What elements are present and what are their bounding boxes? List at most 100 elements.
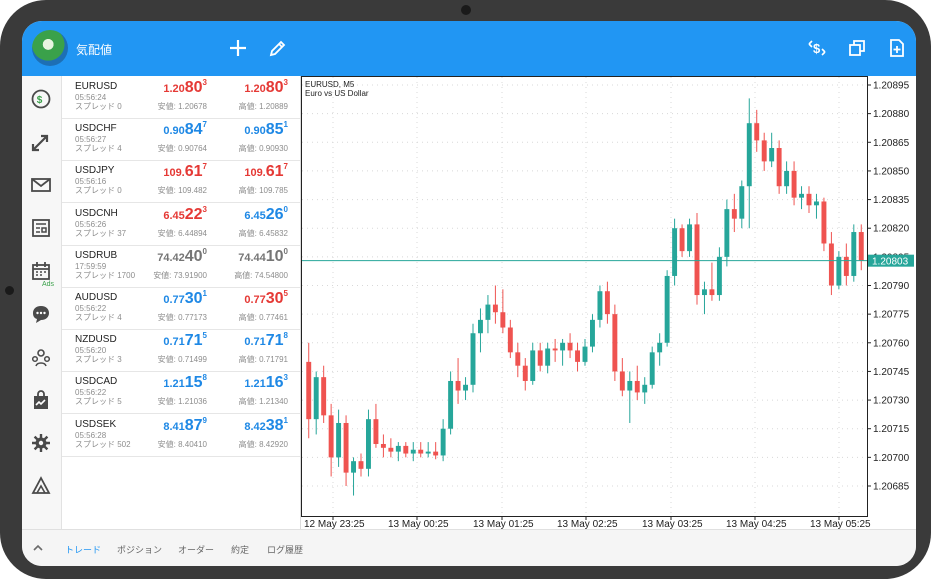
candle-body[interactable] [634, 380, 640, 393]
candle-body[interactable] [470, 333, 476, 385]
quote-row-usdcnh[interactable]: USDCNH 05:56:26 スプレッド 37 6.45223 6.45260 安値: … [62, 203, 300, 246]
new-document-icon[interactable] [883, 34, 911, 62]
candle-body[interactable] [380, 443, 386, 448]
candle-body[interactable] [821, 201, 827, 244]
tab-3[interactable]: 約定 [231, 543, 249, 556]
candle-body[interactable] [433, 451, 439, 456]
candle-body[interactable] [537, 350, 543, 366]
price-chart[interactable]: 1.20895 1.20880 1.20865 1.20850 1.20835 1.208… [301, 76, 916, 529]
market-bag-icon[interactable] [28, 387, 54, 413]
quote-row-usdcad[interactable]: USDCAD 05:56:22 スプレッド 5 1.21158 1.21163 安値: 1… [62, 371, 300, 415]
candle-body[interactable] [687, 224, 692, 252]
candle-body[interactable] [828, 243, 834, 286]
candle-body[interactable] [507, 327, 513, 353]
candle-body[interactable] [403, 445, 409, 454]
candle-body[interactable] [731, 209, 737, 219]
candle-body[interactable] [702, 289, 707, 296]
candle-body[interactable] [321, 377, 327, 416]
candle-body[interactable] [463, 384, 468, 391]
candle-body[interactable] [806, 193, 812, 206]
quote-row-usdrub[interactable]: USDRUB 17:59:59 スプレッド 1700 74.42400 74.44100… [62, 245, 300, 288]
tab-0[interactable]: トレード [65, 543, 101, 556]
candle-body[interactable] [530, 350, 536, 381]
candle-body[interactable] [858, 232, 864, 261]
candle-body[interactable] [642, 384, 648, 393]
candle-body[interactable] [448, 380, 454, 429]
candle-body[interactable] [627, 380, 633, 391]
candle-body[interactable] [814, 201, 819, 206]
candle-body[interactable] [388, 447, 394, 452]
candle-body[interactable] [575, 350, 580, 362]
candle-body[interactable] [485, 304, 491, 320]
candle-body[interactable] [500, 312, 506, 328]
candle-body[interactable] [746, 123, 752, 187]
candle-body[interactable] [590, 319, 595, 347]
candle-body[interactable] [597, 291, 603, 320]
candle-body[interactable] [784, 170, 790, 187]
chat-icon[interactable] [28, 301, 54, 327]
candle-body[interactable] [418, 449, 424, 454]
quote-row-eurusd[interactable]: EURUSD 05:56:24 スプレッド 0 1.20803 1.20803 安値: 1… [62, 76, 300, 119]
candle-body[interactable] [716, 256, 722, 296]
add-icon[interactable] [224, 34, 252, 62]
candle-body[interactable] [619, 371, 625, 391]
candle-body[interactable] [776, 148, 782, 187]
candle-body[interactable] [410, 449, 416, 454]
metaquotes-logo-icon[interactable] [28, 473, 54, 499]
candle-body[interactable] [582, 346, 588, 362]
currency-exchange-icon[interactable]: $ [803, 34, 831, 62]
candle-body[interactable] [761, 140, 767, 162]
candle-body[interactable] [769, 148, 775, 162]
tab-1[interactable]: ポジション [117, 543, 162, 556]
quotes-nav-icon[interactable]: $ [28, 86, 54, 112]
candle-body[interactable] [672, 228, 678, 276]
candle-body[interactable] [373, 419, 379, 444]
candle-body[interactable] [395, 445, 401, 452]
edit-pencil-icon[interactable] [264, 34, 292, 62]
candle-body[interactable] [522, 365, 528, 381]
candle-body[interactable] [343, 422, 349, 473]
candle-body[interactable] [754, 123, 760, 141]
chevron-up-icon[interactable] [31, 541, 45, 555]
candle-body[interactable] [306, 361, 312, 420]
candle-body[interactable] [336, 422, 342, 458]
candle-body[interactable] [604, 291, 610, 315]
settings-gear-icon[interactable] [28, 430, 54, 456]
candle-body[interactable] [649, 352, 655, 385]
candle-body[interactable] [739, 186, 745, 219]
quote-row-usdjpy[interactable]: USDJPY 05:56:16 スプレッド 0 109.617 109.617 安値: 1… [62, 160, 300, 204]
candle-body[interactable] [358, 461, 364, 469]
tab-4[interactable]: ログ履歴 [267, 543, 303, 556]
candle-body[interactable] [366, 419, 371, 469]
candle-body[interactable] [694, 224, 700, 296]
window-switch-icon[interactable] [843, 34, 871, 62]
mail-icon[interactable] [28, 172, 54, 198]
candle-body[interactable] [492, 304, 498, 313]
candle-body[interactable] [425, 451, 431, 454]
candle-body[interactable] [552, 348, 558, 351]
quote-row-audusd[interactable]: AUDUSD 05:56:22 スプレッド 4 0.77301 0.77305 安値: 0… [62, 287, 300, 330]
candle-body[interactable] [351, 461, 356, 473]
candle-body[interactable] [724, 209, 730, 257]
trade-arrows-icon[interactable] [28, 129, 54, 155]
candle-body[interactable] [679, 228, 685, 252]
candle-body[interactable] [455, 380, 461, 391]
news-icon[interactable] [28, 215, 54, 241]
quote-row-nzdusd[interactable]: NZDUSD 05:56:20 スプレッド 3 0.71715 0.71718 安値: 0… [62, 329, 300, 373]
candle-body[interactable] [612, 314, 618, 372]
candle-body[interactable] [440, 428, 446, 456]
candle-body[interactable] [560, 342, 566, 351]
candle-body[interactable] [791, 170, 797, 198]
chart-canvas[interactable]: 1.20895 1.20880 1.20865 1.20850 1.20835 1.208… [301, 76, 916, 529]
app-logo-icon[interactable] [32, 30, 68, 66]
candle-body[interactable] [657, 342, 663, 353]
quote-row-usdchf[interactable]: USDCHF 05:56:27 スプレッド 4 0.90847 0.90851 安値: 0… [62, 118, 300, 162]
tab-2[interactable]: オーダー [178, 543, 214, 556]
candle-body[interactable] [664, 275, 670, 343]
candle-body[interactable] [478, 319, 483, 334]
candle-body[interactable] [567, 342, 573, 351]
candle-body[interactable] [313, 377, 319, 420]
candle-body[interactable] [515, 352, 521, 366]
candle-body[interactable] [328, 415, 334, 458]
community-icon[interactable] [28, 344, 54, 370]
